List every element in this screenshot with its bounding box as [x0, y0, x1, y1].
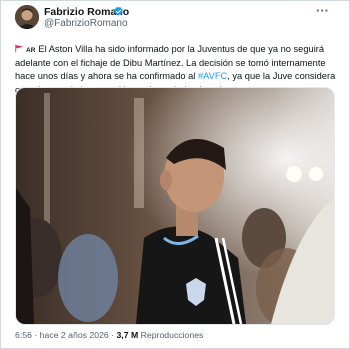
avatar[interactable]	[15, 5, 39, 29]
tweet-meta: 6:56 · hace 2 años 2026 · 3,7 M Reproduc…	[15, 330, 203, 340]
views-label: Reproducciones	[138, 330, 204, 340]
hashtag-link[interactable]: #AVFC	[198, 71, 227, 81]
tweet-photo[interactable]	[15, 87, 335, 325]
argentina-flag-icon	[15, 44, 24, 53]
views-count: 3,7 M	[116, 330, 139, 340]
tweet-time[interactable]: 6:56	[15, 330, 32, 340]
avatar-photo	[15, 5, 39, 29]
author-handle[interactable]: @FabrizioRomano	[44, 18, 128, 29]
more-options-icon[interactable]: ···	[316, 3, 329, 18]
tweet-date[interactable]: hace 2 años 2026	[40, 330, 109, 340]
country-code: AR	[26, 47, 36, 54]
verified-badge-icon	[114, 6, 123, 16]
player-photo-image	[16, 88, 334, 324]
meta-separator: ·	[31, 330, 40, 340]
